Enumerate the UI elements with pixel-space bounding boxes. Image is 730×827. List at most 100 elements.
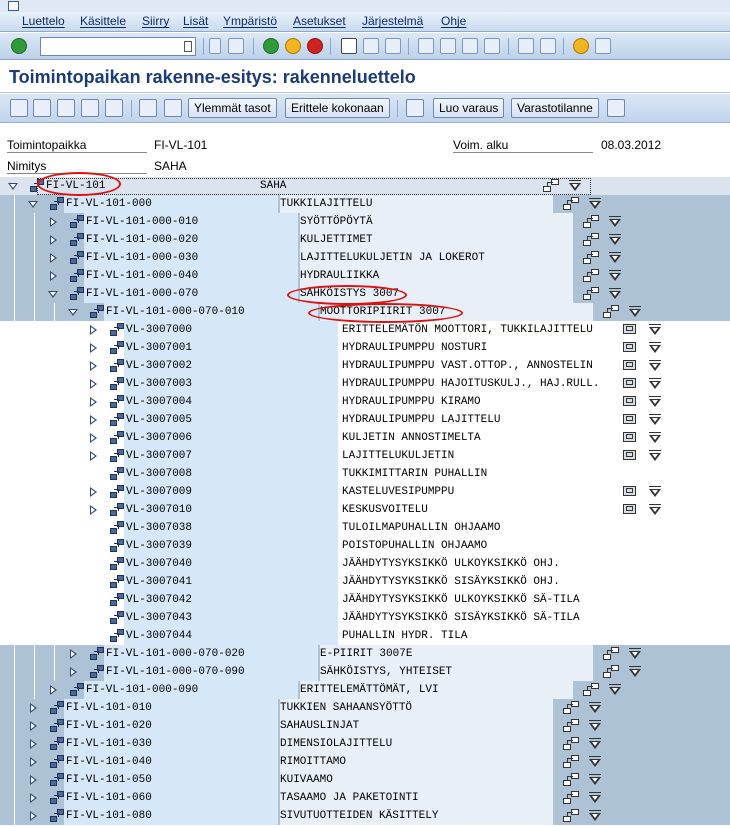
expand-triangle-icon[interactable] [90,361,97,371]
tree-row[interactable]: VL-3007041 JÄÄHDYTYSYKSIKKÖ SISÄYKSIKKÖ O… [0,573,730,591]
tree-row[interactable]: FI-VL-101-000-020 KULJETTIMET [0,231,730,249]
expand-triangle-icon[interactable] [30,739,37,749]
menu-luettelo[interactable]: Luettelo [22,14,65,28]
collapse-triangle-icon[interactable] [68,309,78,316]
equipment-details-icon[interactable] [623,341,640,355]
menu-siirry[interactable]: Siirry [142,14,169,28]
menu-järjestelmä[interactable]: Järjestelmä [362,14,423,28]
tree-row[interactable]: FI-VL-101-000-070-090 SÄHKÖISTYS, YHTEISE… [0,663,730,681]
structure-link-icon[interactable] [563,755,580,769]
node-id[interactable]: FI-VL-101-000-090 [86,681,198,699]
first-page-icon[interactable] [418,38,434,54]
equipment-details-icon[interactable] [623,395,640,409]
structure-link-icon[interactable] [563,737,580,751]
structure-link-icon[interactable] [583,233,600,247]
node-id[interactable]: VL-3007039 [126,537,192,555]
filter-funnel-icon[interactable] [588,720,602,732]
print-icon[interactable] [341,38,357,54]
filter-funnel-icon[interactable] [648,378,662,390]
table-icon[interactable] [105,99,123,117]
equipment-details-icon[interactable] [623,323,640,337]
expand-triangle-icon[interactable] [30,703,37,713]
structure-link-icon[interactable] [603,305,620,319]
expand-triangle-icon[interactable] [90,487,97,497]
menu-käsittele[interactable]: Käsittele [80,14,126,28]
tree-row[interactable]: FI-VL-101-000-040 HYDRAULIIKKA [0,267,730,285]
node-id[interactable]: VL-3007041 [126,573,192,591]
command-field[interactable] [40,37,196,56]
export-icon[interactable] [607,99,625,117]
menu-lisät[interactable]: Lisät [183,14,208,28]
tree-row[interactable]: VL-3007043 JÄÄHDYTYSYKSIKKÖ SISÄYKSIKKÖ S… [0,609,730,627]
tree-row[interactable]: FI-VL-101-000-010 SYÖTTÖPÖYTÄ [0,213,730,231]
find-next-icon[interactable] [385,38,401,54]
expand-triangle-icon[interactable] [50,271,57,281]
filter-funnel-icon[interactable] [648,324,662,336]
expand-triangle-icon[interactable] [30,793,37,803]
tree-row[interactable]: VL-3007010 KESKUSVOITELU [0,501,730,519]
node-id[interactable]: FI-VL-101-030 [66,735,152,753]
tree-row[interactable]: VL-3007044 PUHALLIN HYDR. TILA [0,627,730,645]
node-id[interactable]: FI-VL-101-000-070-020 [106,645,245,663]
refresh-icon[interactable] [33,99,51,117]
tree-row[interactable]: FI-VL-101-010 TUKKIEN SAHAANSYÖTTÖ [0,699,730,717]
filter-funnel-icon[interactable] [608,270,622,282]
node-id[interactable]: VL-3007002 [126,357,192,375]
erittele-kokonaan-button[interactable]: Erittele kokonaan [285,98,390,118]
help-icon[interactable] [573,38,589,54]
filter-funnel-icon[interactable] [608,216,622,228]
back-icon[interactable] [263,38,279,54]
node-id[interactable]: VL-3007004 [126,393,192,411]
filter-funnel-icon[interactable] [608,288,622,300]
node-id[interactable]: FI-VL-101-080 [66,807,152,825]
node-id[interactable]: FI-VL-101-020 [66,717,152,735]
expand-triangle-icon[interactable] [90,433,97,443]
structure-link-icon[interactable] [583,251,600,265]
tree-row[interactable]: VL-3007040 JÄÄHDYTYSYKSIKKÖ ULKOYKSIKKÖ O… [0,555,730,573]
hierarchy-icon[interactable] [406,99,424,117]
node-id[interactable]: FI-VL-101-000-020 [86,231,198,249]
expand-triangle-icon[interactable] [90,397,97,407]
tree-row[interactable]: VL-3007000 ERITTELEMÄTÖN MOOTTORI, TUKKIL… [0,321,730,339]
node-id[interactable]: VL-3007008 [126,465,192,483]
structure-link-icon[interactable] [603,647,620,661]
tree-row[interactable]: FI-VL-101-000-090 ERITTELEMÄTTÖMÄT, LVI [0,681,730,699]
structure-link-icon[interactable] [583,287,600,301]
expand-triangle-icon[interactable] [30,811,37,821]
menu-asetukset[interactable]: Asetukset [293,14,346,28]
equipment-details-icon[interactable] [623,377,640,391]
structure-link-icon[interactable] [583,683,600,697]
node-id[interactable]: VL-3007006 [126,429,192,447]
tree-row[interactable]: VL-3007042 JÄÄHDYTYSYKSIKKÖ ULKOYKSIKKÖ S… [0,591,730,609]
tree-row[interactable]: VL-3007005 HYDRAULIPUMPPU LAJITTELU [0,411,730,429]
structure-link-icon[interactable] [563,719,580,733]
expand-triangle-icon[interactable] [50,253,57,263]
structure-link-icon[interactable] [583,269,600,283]
filter-funnel-icon[interactable] [648,432,662,444]
node-id[interactable]: VL-3007010 [126,501,192,519]
menu-ohje[interactable]: Ohje [441,14,466,28]
tree-row[interactable]: VL-3007001 HYDRAULIPUMPPU NOSTURI [0,339,730,357]
expand-triangle-icon[interactable] [30,757,37,767]
expand-triangle-icon[interactable] [50,685,57,695]
structure-link-icon[interactable] [583,215,600,229]
structure-link-icon[interactable] [563,701,580,715]
node-id[interactable]: FI-VL-101-000-070-010 [106,303,245,321]
filter-funnel-icon[interactable] [588,756,602,768]
tree-row[interactable]: VL-3007003 HYDRAULIPUMPPU HAJOITUSKULJ., … [0,375,730,393]
node-id[interactable]: VL-3007044 [126,627,192,645]
equipment-details-icon[interactable] [623,449,640,463]
filter-funnel-icon[interactable] [648,450,662,462]
tree-row[interactable]: VL-3007006 KULJETIN ANNOSTIMELTA [0,429,730,447]
collapse-triangle-icon[interactable] [28,201,38,208]
expand-triangle-icon[interactable] [90,451,97,461]
node-id[interactable]: FI-VL-101-000-070-090 [106,663,245,681]
expand-triangle-icon[interactable] [70,649,77,659]
filter-funnel-icon[interactable] [628,648,642,660]
node-id[interactable]: VL-3007007 [126,447,192,465]
tree-row[interactable]: FI-VL-101-060 TASAAMO JA PAKETOINTI [0,789,730,807]
command-input[interactable] [41,38,181,55]
filter-funnel-icon[interactable] [648,342,662,354]
node-id[interactable]: FI-VL-101-040 [66,753,152,771]
filter-funnel-icon[interactable] [588,774,602,786]
